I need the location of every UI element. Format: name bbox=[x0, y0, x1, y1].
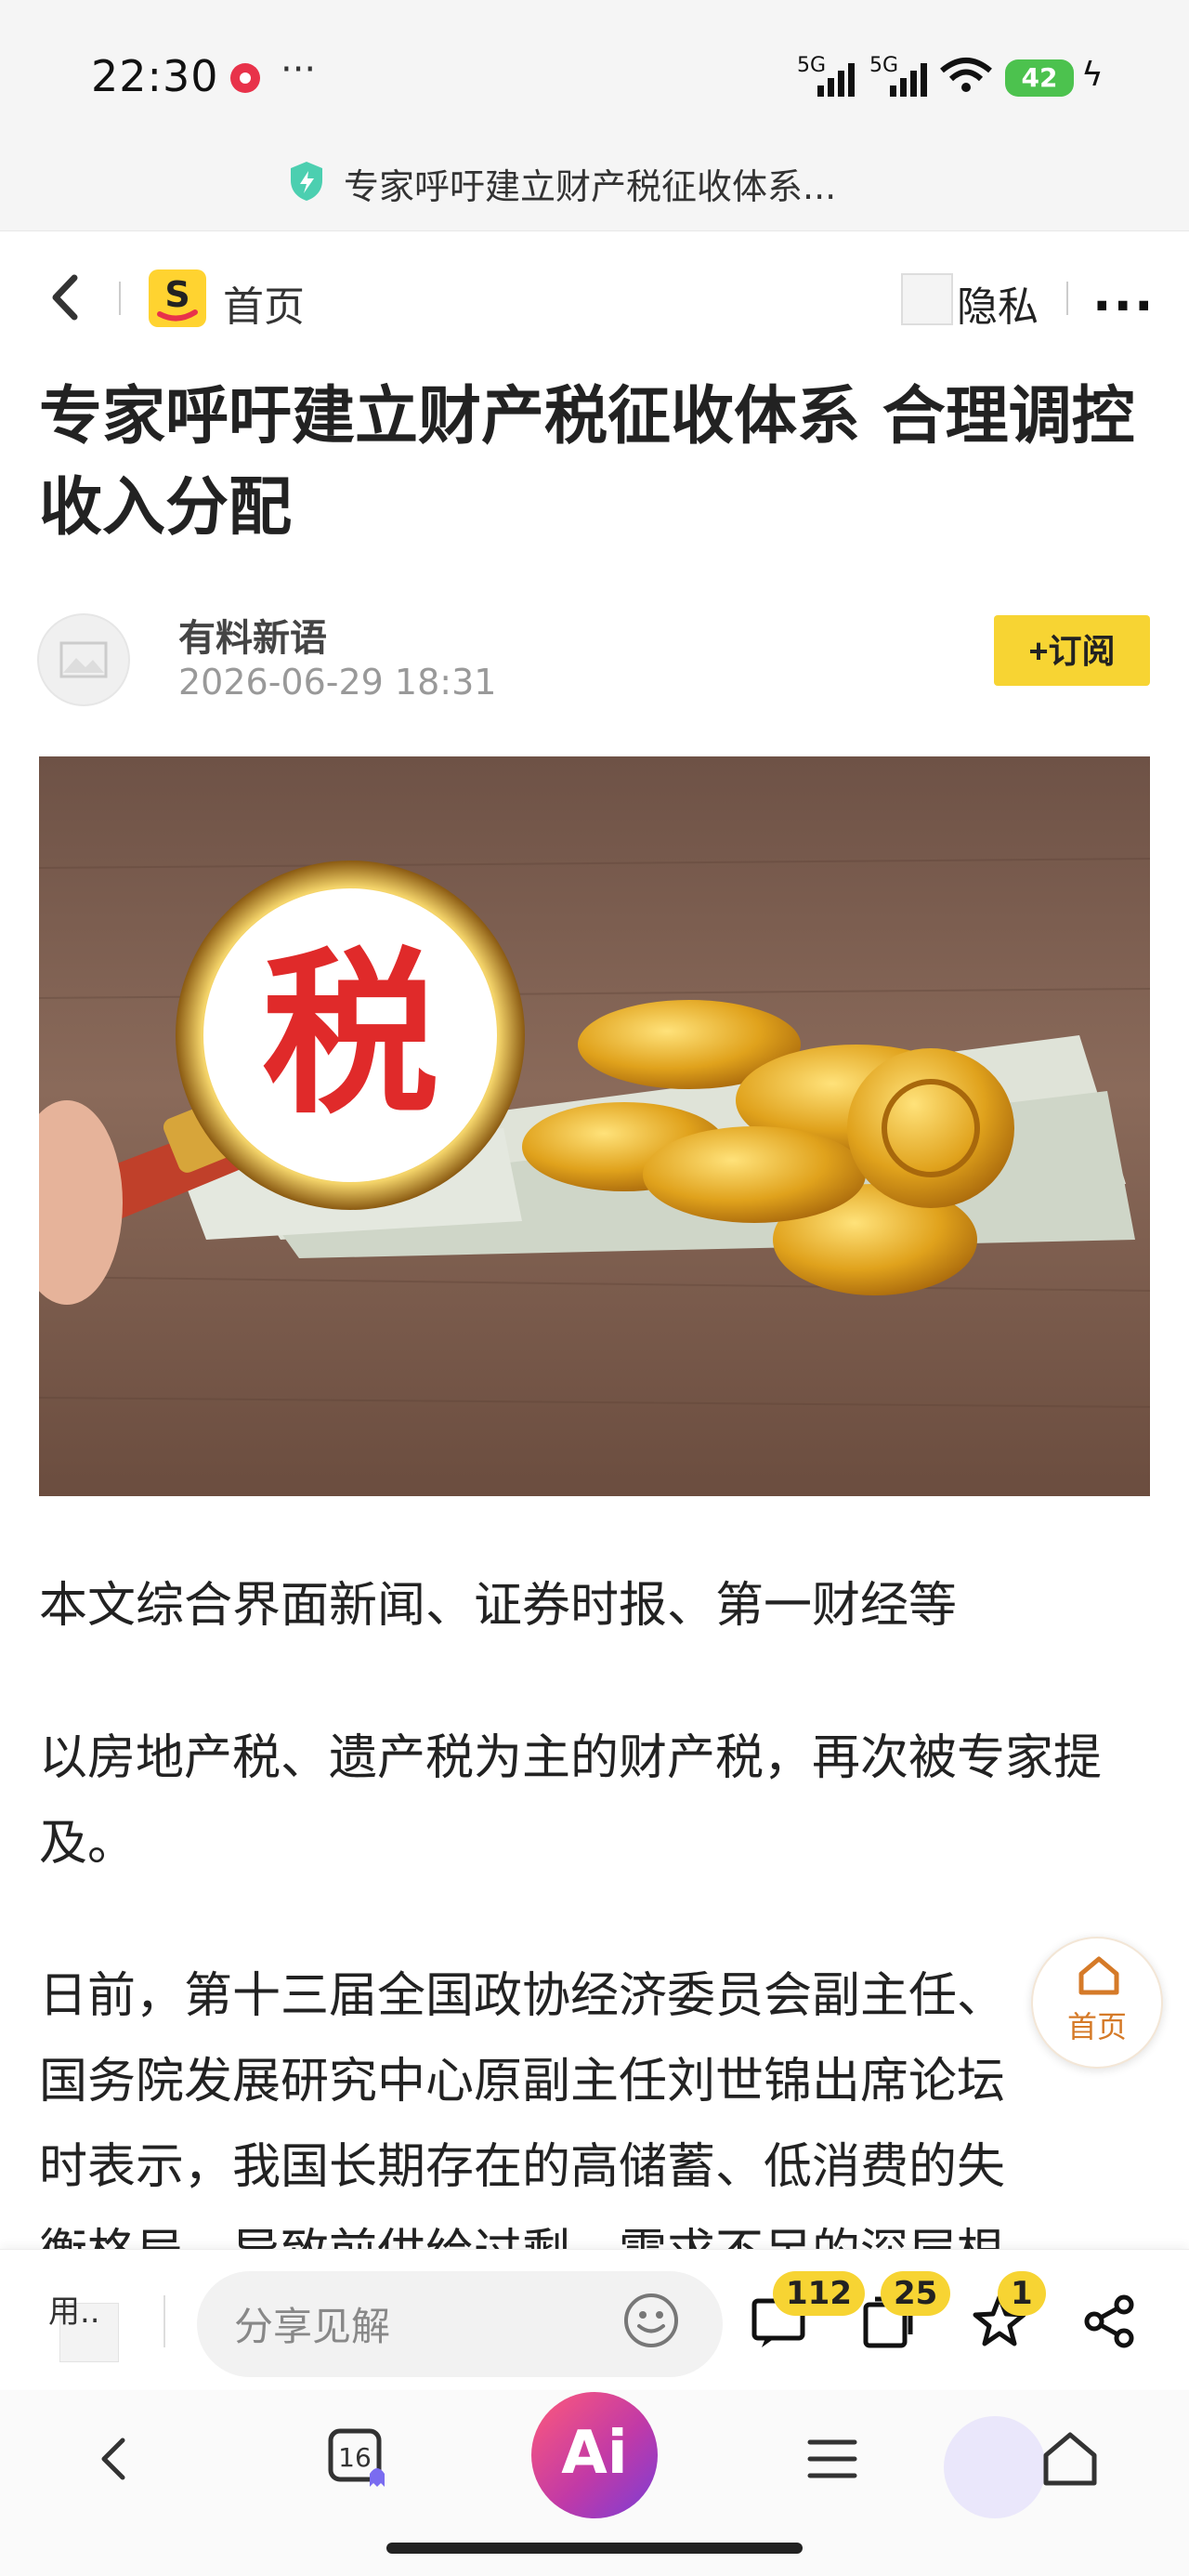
privacy-image-icon bbox=[901, 273, 953, 325]
shield-icon bbox=[291, 162, 322, 201]
emoji-icon[interactable] bbox=[622, 2292, 680, 2349]
clock: 22:30 bbox=[91, 51, 219, 101]
floating-home-label: 首页 bbox=[1066, 2009, 1127, 2044]
status-more-icon: ··· bbox=[281, 48, 317, 91]
shares-count-badge: 25 bbox=[881, 2271, 951, 2316]
author-name[interactable]: 有料新语 bbox=[178, 608, 327, 662]
user-label[interactable]: 用.. bbox=[48, 2286, 100, 2332]
signal-bars-1-icon bbox=[817, 59, 855, 97]
author-avatar[interactable] bbox=[37, 613, 130, 706]
nav-back-icon[interactable] bbox=[82, 2425, 149, 2492]
screen-record-icon bbox=[230, 63, 260, 93]
comment-placeholder[interactable]: 分享见解 bbox=[234, 2295, 390, 2352]
home-indicator bbox=[386, 2543, 803, 2554]
home-link[interactable]: 首页 bbox=[223, 273, 305, 333]
wifi-icon bbox=[940, 58, 992, 92]
comment-bar-divider bbox=[163, 2295, 165, 2347]
tabs-count: 16 bbox=[338, 2442, 372, 2473]
tax-character: 税 bbox=[262, 932, 438, 1137]
ghost-mascot-icon bbox=[944, 2416, 1046, 2518]
paragraph-body: 日前，第十三届全国政协经济委员会副主任、国务院发展研究中心原副主任刘世锦出席论坛… bbox=[39, 1968, 1006, 2280]
charging-icon: ϟ bbox=[1081, 56, 1104, 94]
app-logo[interactable]: S bbox=[149, 269, 206, 327]
nav-divider bbox=[119, 282, 121, 315]
comments-count-badge: 112 bbox=[773, 2271, 865, 2316]
tabs-icon: 16 bbox=[328, 2428, 385, 2487]
home-nav-icon[interactable] bbox=[1037, 2425, 1104, 2492]
floating-home-button[interactable]: 首页 bbox=[1031, 1937, 1163, 2069]
favorites-count-badge: 1 bbox=[998, 2271, 1046, 2316]
paragraph-source: 本文综合界面新闻、证券时报、第一财经等 bbox=[39, 1578, 958, 1634]
logo-icon: S bbox=[157, 274, 198, 322]
signal-bars-2-icon bbox=[890, 59, 927, 97]
publish-date: 2026-06-29 18:31 bbox=[178, 662, 497, 703]
tabs-button[interactable]: 16 bbox=[325, 2425, 399, 2492]
paragraph-intro: 以房地产税、遗产税为主的财产税，再次被专家提及。 bbox=[39, 1730, 1103, 1872]
back-icon[interactable] bbox=[37, 265, 93, 330]
nav-divider-2 bbox=[1066, 282, 1068, 315]
logo-letter: S bbox=[164, 274, 189, 315]
article-title: 专家呼吁建立财产税征收体系 合理调控收入分配 bbox=[39, 380, 1135, 545]
image-placeholder-icon bbox=[59, 641, 108, 678]
hero-image: 税 bbox=[39, 756, 1150, 1496]
menu-icon[interactable] bbox=[799, 2425, 866, 2492]
privacy-link[interactable]: 隐私 bbox=[957, 273, 1039, 333]
subscribe-button[interactable]: +订阅 bbox=[994, 615, 1150, 686]
url-text[interactable]: 专家呼吁建立财产税征收体系... bbox=[344, 158, 836, 209]
share-icon[interactable] bbox=[1079, 2292, 1139, 2351]
more-options-button[interactable]: ··· bbox=[1092, 277, 1156, 335]
home-icon bbox=[1078, 1956, 1119, 1995]
ai-assistant-button[interactable]: Ai bbox=[531, 2392, 658, 2518]
battery-indicator: 42 bbox=[1005, 59, 1074, 97]
